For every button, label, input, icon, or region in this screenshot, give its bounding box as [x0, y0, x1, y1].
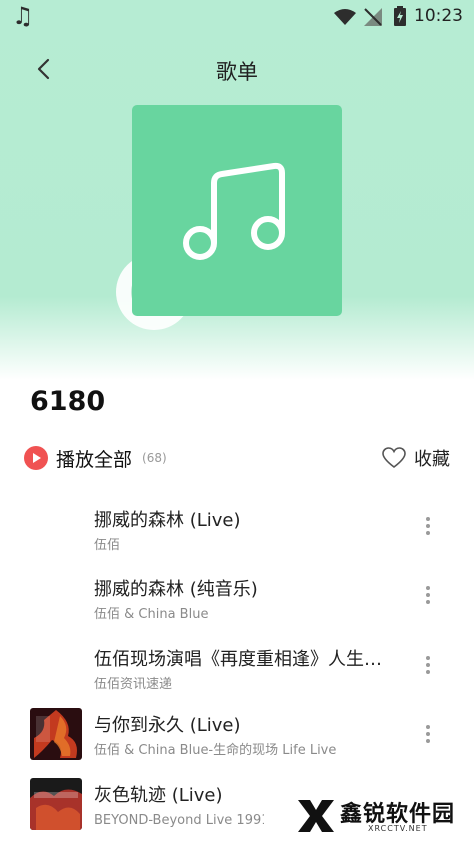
song-title: 与你到永久 (Live) [94, 715, 241, 736]
music-note-icon: ♫ [12, 2, 34, 30]
heart-icon [382, 447, 406, 469]
status-bar: ♫ 10:23 [0, 0, 474, 34]
status-time: 10:23 [414, 6, 463, 26]
song-artist: BEYOND-Beyond Live 1991 生 [94, 813, 264, 828]
no-signal-icon [364, 8, 382, 26]
more-options-icon[interactable] [418, 583, 438, 609]
song-count: (68) [142, 451, 167, 465]
x-logo-icon [298, 800, 334, 832]
watermark-logo: 鑫锐软件园 XRCCTV.NET [296, 794, 466, 840]
play-icon [24, 446, 48, 470]
more-options-icon[interactable] [418, 653, 438, 679]
song-row[interactable]: 伍佰现场演唱《再度重相逢》人生… 伍佰资讯速递 [0, 645, 474, 709]
song-row[interactable]: 挪威的森林 (Live) 伍佰 [0, 506, 474, 570]
play-all-button[interactable]: 播放全部 (68) [24, 443, 167, 473]
song-row[interactable]: 与你到永久 (Live) 伍佰 & China Blue-生命的现场 Life … [0, 708, 474, 772]
song-artist: 伍佰资讯速递 [94, 677, 173, 692]
song-artist: 伍佰 & China Blue-生命的现场 Life Live [94, 743, 337, 758]
album-cover [30, 708, 82, 760]
battery-charging-icon [394, 6, 406, 26]
wifi-icon [334, 9, 356, 25]
more-options-icon[interactable] [418, 722, 438, 748]
page-title: 歌单 [216, 60, 258, 84]
song-artist: 伍佰 [94, 538, 121, 553]
playlist-cover[interactable] [132, 105, 342, 316]
favorite-label: 收藏 [414, 449, 450, 470]
favorite-button[interactable]: 收藏 [382, 443, 450, 473]
song-artist: 伍佰 & China Blue [94, 607, 209, 622]
play-all-label: 播放全部 [56, 448, 133, 471]
song-title: 挪威的森林 (纯音乐) [94, 579, 258, 600]
song-title: 伍佰现场演唱《再度重相逢》人生… [94, 649, 382, 670]
more-options-icon[interactable] [418, 514, 438, 540]
song-title: 挪威的森林 (Live) [94, 510, 241, 531]
playlist-name: 6180 [30, 386, 106, 417]
album-cover [30, 778, 82, 830]
music-note-icon [183, 162, 285, 260]
watermark-subtext: XRCCTV.NET [368, 824, 428, 833]
song-row[interactable]: 挪威的森林 (纯音乐) 伍佰 & China Blue [0, 575, 474, 639]
